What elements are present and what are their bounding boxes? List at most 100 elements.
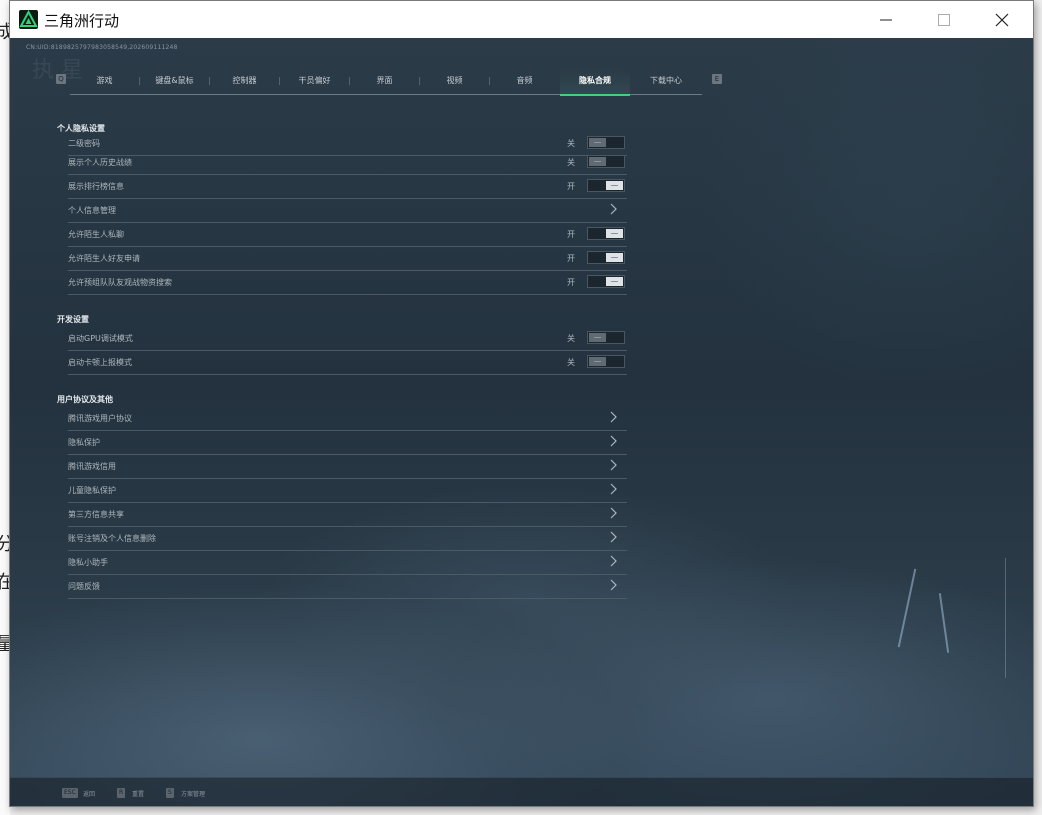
setting-label: 启动GPU调试模式	[68, 334, 133, 343]
setting-row-personal-info-management[interactable]: 个人信息管理	[68, 199, 627, 223]
setting-label: 展示排行榜信息	[68, 182, 124, 191]
link-row-feedback[interactable]: 问题反馈	[68, 575, 627, 599]
toggle-switch[interactable]	[587, 155, 625, 168]
toggle-switch[interactable]	[587, 136, 625, 149]
toggle-knob	[606, 277, 623, 286]
tab-video[interactable]: 视频	[420, 68, 489, 94]
setting-label: 账号注销及个人信息删除	[68, 534, 156, 543]
setting-row-show-history-record[interactable]: 展示个人历史战绩 关	[68, 151, 627, 175]
chevron-right-icon	[610, 579, 617, 591]
toggle-switch[interactable]	[587, 179, 625, 192]
maximize-icon	[938, 13, 950, 26]
setting-row-gpu-debug[interactable]: 启动GPU调试模式 关	[68, 327, 627, 351]
toggle-state-text: 开	[567, 278, 575, 287]
chevron-right-icon	[610, 203, 617, 215]
setting-label: 儿童隐私保护	[68, 486, 116, 495]
app-window: 三角洲行动 CN:UID:8189825797983058549,2026091…	[9, 0, 1034, 807]
setting-row-stutter-report[interactable]: 启动卡顿上报模式 关	[68, 351, 627, 375]
window-title: 三角洲行动	[44, 12, 120, 30]
setting-label: 允许陌生人好友申请	[68, 254, 140, 263]
toggle-switch[interactable]	[587, 355, 625, 368]
setting-row-teammate-spectate-search[interactable]: 允许预组队队友观战物资搜索 开	[68, 271, 627, 295]
toggle-knob	[589, 333, 606, 342]
close-button[interactable]	[973, 1, 1031, 38]
tab-privacy-compliance[interactable]: 隐私合规	[560, 68, 630, 96]
toggle-switch[interactable]	[587, 331, 625, 344]
toggle-state-text: 关	[567, 334, 575, 343]
toggle-state-text: 关	[567, 158, 575, 167]
chevron-right-icon	[610, 483, 617, 495]
chevron-right-icon	[610, 411, 617, 423]
toggle-state-text: 开	[567, 254, 575, 263]
toggle-state-text: 关	[567, 358, 575, 367]
link-row-user-agreement[interactable]: 腾讯游戏用户协议	[68, 407, 627, 431]
link-row-privacy-protection[interactable]: 隐私保护	[68, 431, 627, 455]
tab-operator-preference[interactable]: 干员偏好	[280, 68, 349, 94]
setting-row-show-leaderboard[interactable]: 展示排行榜信息 开	[68, 175, 627, 199]
background-light-streak	[897, 568, 917, 648]
setting-label: 允许陌生人私聊	[68, 230, 124, 239]
reset-label[interactable]: 重置	[132, 789, 144, 798]
scheme-management-label[interactable]: 方案管理	[181, 789, 205, 798]
tab-keyboard-mouse[interactable]: 键盘&鼠标	[140, 68, 209, 94]
chevron-right-icon	[610, 531, 617, 543]
toggle-switch[interactable]	[587, 275, 625, 288]
toggle-state-text: 关	[567, 139, 575, 148]
prev-tab-key-hint[interactable]: Q	[56, 74, 66, 84]
toggle-switch[interactable]	[587, 251, 625, 264]
link-row-account-deletion[interactable]: 账号注销及个人信息删除	[68, 527, 627, 551]
setting-label: 二级密码	[68, 139, 100, 148]
minimize-button[interactable]	[857, 1, 915, 38]
section-title-agreements: 用户协议及其他	[57, 395, 113, 404]
setting-row-stranger-friend-request[interactable]: 允许陌生人好友申请 开	[68, 247, 627, 271]
chevron-right-icon	[610, 507, 617, 519]
toggle-knob	[589, 157, 606, 166]
toggle-knob	[589, 138, 606, 147]
toggle-switch[interactable]	[587, 227, 625, 240]
game-settings-screen: CN:UID:8189825797983058549,202609111248 …	[10, 38, 1033, 806]
link-row-privacy-assistant[interactable]: 隐私小助手	[68, 551, 627, 575]
maximize-button[interactable]	[915, 1, 973, 38]
delta-force-logo-icon	[19, 10, 38, 29]
chevron-right-icon	[610, 459, 617, 471]
toggle-knob	[606, 181, 623, 190]
toggle-knob	[606, 229, 623, 238]
setting-label: 腾讯游戏用户协议	[68, 414, 132, 423]
section-title-dev-settings: 开发设置	[57, 315, 89, 324]
link-row-child-privacy[interactable]: 儿童隐私保护	[68, 479, 627, 503]
chevron-right-icon	[610, 555, 617, 567]
esc-key-hint[interactable]: ESC	[62, 788, 78, 798]
setting-label: 展示个人历史战绩	[68, 158, 132, 167]
settings-tabs: 游戏 键盘&鼠标 控制器 干员偏好 界面 视频 音频 隐私合规 下载中心	[70, 68, 702, 96]
setting-label: 第三方信息共享	[68, 510, 124, 519]
next-tab-key-hint[interactable]: E	[712, 74, 722, 84]
tab-audio[interactable]: 音频	[490, 68, 559, 94]
minimize-icon	[880, 19, 892, 20]
toggle-knob	[606, 253, 623, 262]
back-label[interactable]: 返回	[83, 789, 95, 798]
setting-row-stranger-private-chat[interactable]: 允许陌生人私聊 开	[68, 223, 627, 247]
setting-label: 允许预组队队友观战物资搜索	[68, 278, 172, 287]
link-row-game-credit[interactable]: 腾讯游戏信用	[68, 455, 627, 479]
reset-key-hint[interactable]: R	[117, 788, 126, 798]
tab-game[interactable]: 游戏	[70, 68, 139, 94]
setting-label: 隐私小助手	[68, 558, 108, 567]
background-light-streak	[938, 593, 950, 653]
tab-controller[interactable]: 控制器	[210, 68, 279, 94]
toggle-state-text: 开	[567, 230, 575, 239]
tab-interface[interactable]: 界面	[350, 68, 419, 94]
setting-label: 腾讯游戏信用	[68, 462, 116, 471]
close-icon	[995, 13, 1009, 26]
toggle-state-text: 开	[567, 182, 575, 191]
setting-label: 问题反馈	[68, 582, 100, 591]
chevron-right-icon	[610, 435, 617, 447]
toggle-knob	[589, 357, 606, 366]
link-row-third-party-sharing[interactable]: 第三方信息共享	[68, 503, 627, 527]
setting-label: 隐私保护	[68, 438, 100, 447]
setting-label: 个人信息管理	[68, 206, 116, 215]
setting-label: 启动卡顿上报模式	[68, 358, 132, 367]
title-bar[interactable]: 三角洲行动	[10, 1, 1033, 38]
tab-download-center[interactable]: 下载中心	[631, 68, 701, 94]
bottom-action-bar: ESC 返回 R 重置 S 方案管理	[10, 777, 1033, 806]
scheme-key-hint[interactable]: S	[166, 788, 174, 798]
